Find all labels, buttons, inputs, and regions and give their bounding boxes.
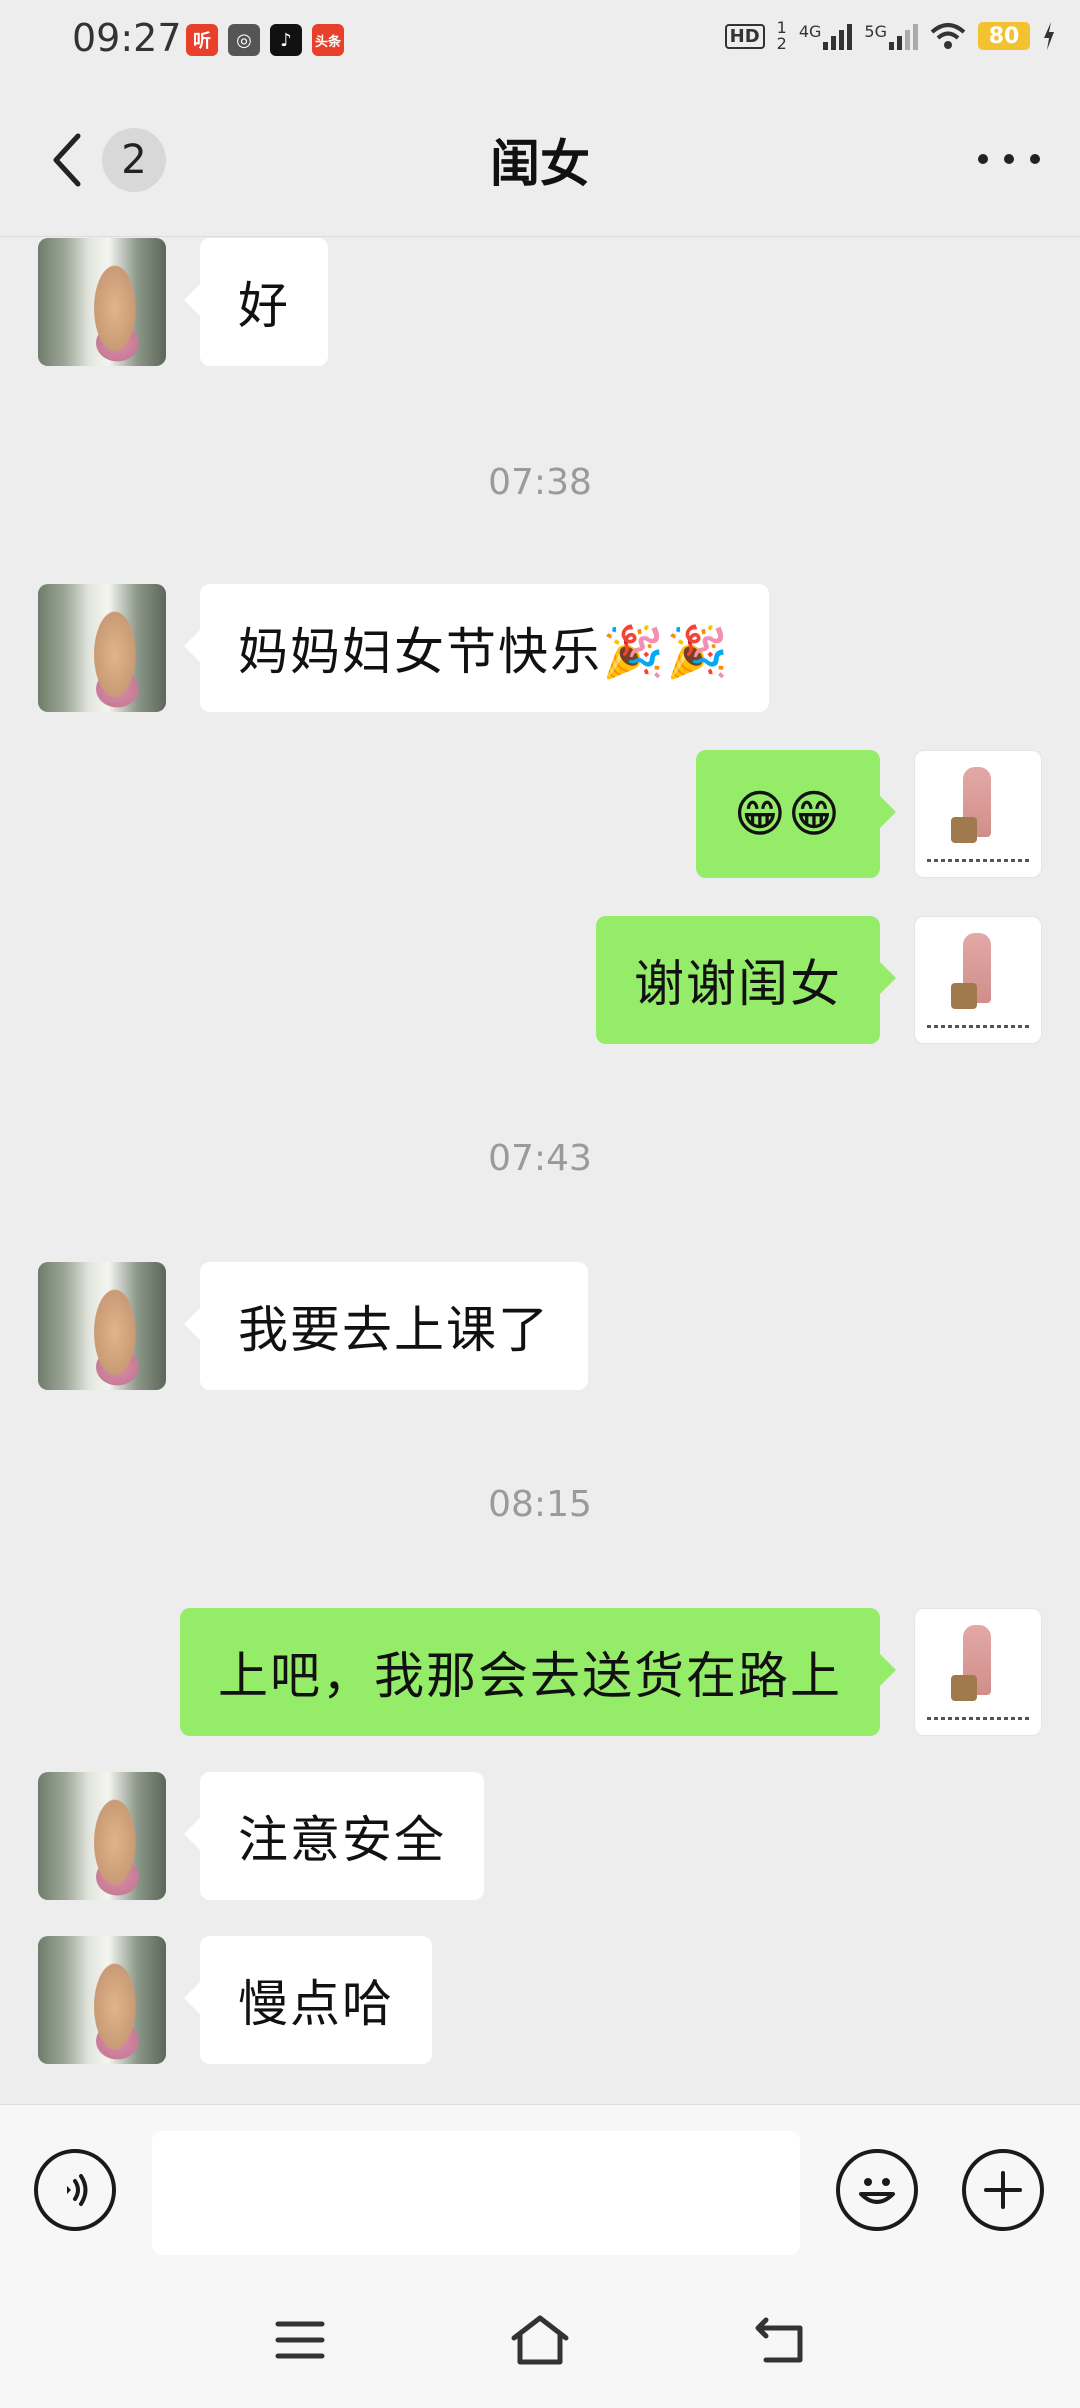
- outgoing-message-bubble[interactable]: 上吧，我那会去送货在路上: [180, 1608, 896, 1736]
- sim2-label: 2: [776, 34, 787, 53]
- tiktok-app-icon: ♪: [270, 24, 302, 56]
- outgoing-message-bubble[interactable]: 谢谢闺女: [596, 916, 896, 1044]
- message-timestamp: 07:43: [488, 1138, 592, 1179]
- menu-icon[interactable]: [274, 2318, 326, 2362]
- system-navigation-bar: [0, 2272, 1080, 2408]
- contact-avatar[interactable]: [38, 584, 166, 712]
- notification-icons: 听 ◎ ♪ 头条: [186, 24, 344, 56]
- status-time: 09:27: [72, 16, 182, 60]
- toutiao-app-icon: 头条: [312, 24, 344, 56]
- status-bar: 09:27 听 ◎ ♪ 头条 HD 1 2 4G 5G 80: [0, 0, 1080, 84]
- hd-voice-icon: HD: [724, 23, 765, 49]
- outgoing-message-bubble[interactable]: 😁😁: [695, 750, 897, 878]
- contact-avatar[interactable]: [38, 1262, 166, 1390]
- incoming-message-bubble[interactable]: 妈妈妇女节快乐🎉🎉: [184, 584, 769, 712]
- message-input-bar: [0, 2104, 1080, 2273]
- wifi-icon: [930, 23, 966, 49]
- incoming-message-bubble[interactable]: 我要去上课了: [184, 1262, 588, 1390]
- message-input[interactable]: [152, 2131, 800, 2255]
- link-app-icon: ◎: [228, 24, 260, 56]
- more-options-icon[interactable]: [978, 154, 1040, 164]
- battery-level: 80: [978, 22, 1030, 50]
- my-avatar[interactable]: [914, 1608, 1042, 1736]
- incoming-message-bubble[interactable]: 慢点哈: [184, 1936, 432, 2064]
- signal-1: 4G: [799, 22, 853, 50]
- net1-label: 4G: [798, 22, 822, 41]
- emoji-icon[interactable]: [836, 2149, 918, 2231]
- message-timestamp: 07:38: [488, 462, 592, 503]
- contact-avatar[interactable]: [38, 1936, 166, 2064]
- signal-2: 5G: [864, 22, 918, 50]
- incoming-message-bubble[interactable]: 注意安全: [184, 1772, 484, 1900]
- net2-label: 5G: [864, 22, 887, 41]
- home-icon[interactable]: [508, 2312, 572, 2368]
- message-timestamp: 08:15: [488, 1484, 592, 1525]
- sim-indicator: 1 2: [777, 20, 787, 52]
- contact-avatar[interactable]: [38, 238, 166, 366]
- chat-header: 2 闺女: [0, 84, 1080, 237]
- incoming-message-bubble[interactable]: 好: [184, 238, 328, 366]
- voice-input-icon[interactable]: [34, 2149, 116, 2231]
- status-indicators: HD 1 2 4G 5G 80: [724, 20, 1056, 52]
- charging-icon: [1044, 22, 1054, 50]
- add-attachment-icon[interactable]: [962, 2149, 1044, 2231]
- contact-avatar[interactable]: [38, 1772, 166, 1900]
- my-avatar[interactable]: [914, 750, 1042, 878]
- signal-bars-icon: [889, 22, 918, 50]
- back-nav-icon[interactable]: [752, 2314, 808, 2366]
- signal-bars-icon: [823, 22, 853, 50]
- listen-app-icon: 听: [186, 24, 218, 56]
- chat-title: 闺女: [490, 135, 590, 193]
- my-avatar[interactable]: [914, 916, 1042, 1044]
